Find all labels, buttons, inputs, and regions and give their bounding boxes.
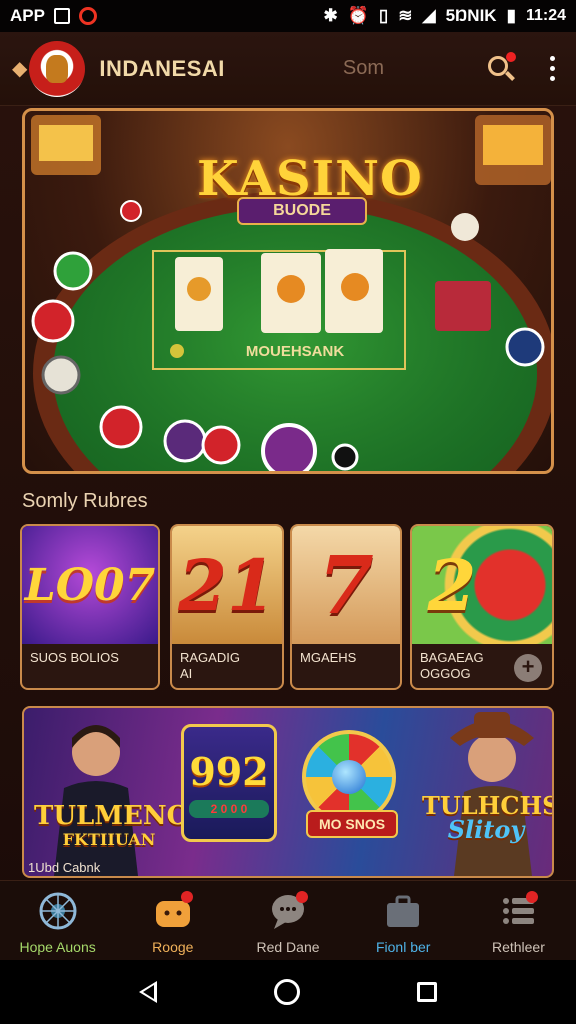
hero-subtitle: BUODE [237, 197, 367, 225]
game-label: RAGADIG AI [180, 650, 240, 681]
promo-banner[interactable]: TULMENO FKTIIUAN 992 2 0 0 0 MO SNOS TUL… [22, 706, 554, 878]
screenshot-icon [53, 7, 71, 25]
game-card[interactable]: 21 RAGADIG AI [170, 524, 284, 690]
promo-left-line2: FKTIIUAN [62, 830, 156, 849]
games-row: LO07 SUOS BOLIOS 21 RAGADIG AI 7 MGAEHS … [20, 524, 556, 692]
nav-item-home[interactable]: Hope Auons [0, 881, 115, 960]
app-logo[interactable] [29, 40, 86, 97]
nav-label: Rethleer [491, 939, 545, 955]
promo-caption: 1Ubd Cabnk [28, 860, 101, 875]
nav-item-rethleer[interactable]: Rethleer [461, 881, 576, 960]
status-time: 11:24 [525, 7, 566, 24]
promo-slot-number: 992 [189, 748, 269, 794]
add-icon[interactable]: + [514, 654, 542, 682]
chest-icon [153, 891, 193, 931]
section-title: Somly Rubres [22, 490, 148, 512]
record-icon [78, 7, 97, 25]
game-art: 7 [292, 526, 400, 644]
game-card[interactable]: LO07 SUOS BOLIOS [20, 524, 160, 690]
game-art: 21 [172, 526, 282, 644]
game-art-text: LO07 [24, 559, 156, 611]
game-art-text: 21 [178, 543, 276, 627]
promo-right-line2: Slitoy [447, 815, 525, 844]
wifi-icon: ≋ [398, 6, 413, 25]
promo-left-title: TULMENO FKTIIUAN [34, 801, 190, 852]
nav-badge [296, 891, 308, 903]
vibrate-icon: ▯ [378, 6, 389, 25]
system-back-icon[interactable] [138, 981, 157, 1003]
system-recents-icon[interactable] [417, 982, 438, 1002]
game-card[interactable]: 7 MGAEHS [290, 524, 402, 690]
nav-item-fionl-ber[interactable]: Fionl ber [346, 881, 461, 960]
table-label: MOUEHSANK [245, 343, 345, 360]
search-button[interactable] [484, 51, 518, 86]
roulette-icon [38, 891, 78, 931]
header-search-text[interactable]: Som [343, 57, 384, 80]
battery-icon: ▮ [506, 6, 516, 25]
promo-slot-row: 2 0 0 0 [189, 799, 269, 818]
game-label: BAGAEAG OGGOG [420, 650, 484, 681]
back-arrow-icon[interactable]: ◆ [12, 56, 27, 81]
game-label: SUOS BOLIOS [30, 650, 119, 665]
status-carrier: 5ŊNIK [445, 6, 497, 25]
game-label: MGAEHS [300, 650, 357, 665]
app-title: INDANESAI [99, 55, 225, 81]
signal-icon: ◢ [422, 6, 436, 25]
briefcase-icon [383, 891, 423, 931]
status-app-label: APP [10, 6, 45, 25]
nav-label: Red Dane [256, 939, 320, 955]
bottom-nav: Hope Auons Rooge Red Dane Fionl ber Reth… [0, 880, 576, 960]
game-art-text: 2 [427, 543, 477, 627]
app-screen: APP ✱ ⏰ ▯ ≋ ◢ 5ŊNIK ▮ 11:24 ◆ INDANESAI … [0, 0, 576, 1024]
status-bar: APP ✱ ⏰ ▯ ≋ ◢ 5ŊNIK ▮ 11:24 [0, 0, 576, 32]
chat-icon [268, 891, 308, 931]
game-art-text: 7 [318, 538, 374, 632]
nav-label: Fionl ber [375, 939, 431, 955]
notification-dot [506, 51, 516, 62]
game-card[interactable]: 2 BAGAEAG OGGOG + [410, 524, 554, 690]
nav-item-rooge[interactable]: Rooge [115, 881, 230, 960]
nav-badge [180, 891, 193, 903]
system-home-icon[interactable] [273, 979, 300, 1005]
game-art: LO07 [22, 526, 158, 644]
promo-left-line1: TULMENO [34, 801, 190, 831]
promo-right-title: TULHCHS Slitoy [422, 794, 552, 844]
hero-banner[interactable]: KASINO BUODE MOUEHSANK [22, 108, 554, 474]
promo-slot-machine: 992 2 0 0 0 [181, 724, 277, 842]
alarm-icon: ⏰ [347, 6, 369, 25]
list-icon [498, 891, 539, 931]
nav-label: Hope Auons [19, 939, 96, 955]
nav-item-red-dane[interactable]: Red Dane [230, 881, 345, 960]
promo-wheel-label: MO SNOS [306, 810, 398, 838]
system-nav-bar [0, 960, 576, 1024]
bluetooth-icon: ✱ [323, 6, 338, 25]
rooster-icon [46, 54, 69, 83]
nav-label: Rooge [152, 939, 194, 955]
game-art: 2 [412, 526, 552, 644]
app-header: ◆ INDANESAI Som [0, 32, 576, 106]
more-menu-icon[interactable] [540, 52, 564, 86]
